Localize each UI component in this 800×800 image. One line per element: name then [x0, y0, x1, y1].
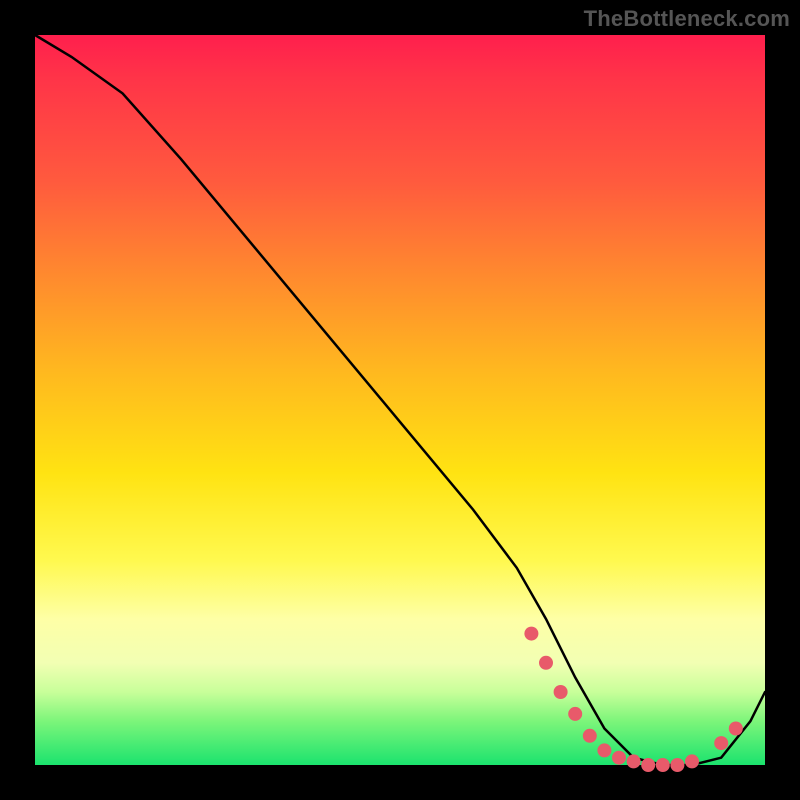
marker-dot	[670, 758, 684, 772]
chart-svg	[35, 35, 765, 765]
marker-dot	[656, 758, 670, 772]
marker-dot	[539, 656, 553, 670]
marker-dot	[583, 729, 597, 743]
marker-dot	[524, 627, 538, 641]
marker-dot	[597, 743, 611, 757]
marker-dot	[627, 754, 641, 768]
marker-dot	[554, 685, 568, 699]
chart-frame: TheBottleneck.com	[0, 0, 800, 800]
plot-area	[35, 35, 765, 765]
marker-dot	[729, 722, 743, 736]
marker-dot	[641, 758, 655, 772]
curve-line	[35, 35, 765, 765]
watermark-text: TheBottleneck.com	[584, 6, 790, 32]
marker-dot	[714, 736, 728, 750]
marker-dot	[612, 751, 626, 765]
curve-markers	[524, 627, 742, 772]
marker-dot	[568, 707, 582, 721]
marker-dot	[685, 754, 699, 768]
